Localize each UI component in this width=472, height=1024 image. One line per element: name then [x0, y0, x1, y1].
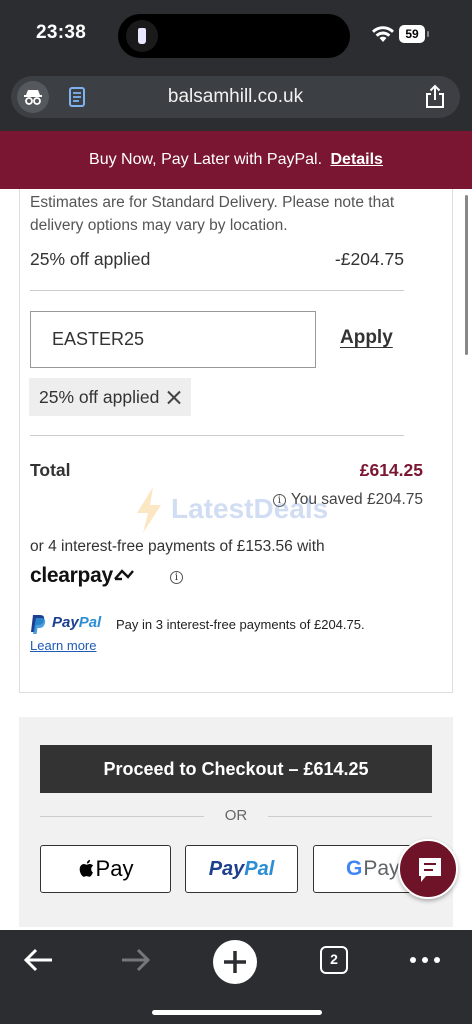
promo-code-input[interactable] [30, 311, 316, 368]
discount-label: 25% off applied [30, 249, 151, 269]
more-options-icon[interactable] [405, 940, 445, 980]
wifi-icon [372, 26, 394, 42]
clearpay-message: or 4 interest-free payments of £153.56 w… [30, 538, 325, 555]
forward-arrow-icon[interactable] [116, 940, 156, 980]
or-separator: OR [40, 807, 432, 827]
clearpay-arrows-icon [113, 569, 134, 581]
banner-details-link[interactable]: Details [330, 151, 382, 168]
scrollbar[interactable] [465, 195, 468, 355]
applied-discount-chip: 25% off applied [29, 378, 192, 416]
share-icon[interactable] [422, 84, 448, 110]
clearpay-info-icon[interactable]: i [170, 571, 183, 584]
paypal-logo-icon [31, 615, 46, 634]
status-bar: 23:38 59 [0, 0, 472, 70]
banner-text: Buy Now, Pay Later with PayPal. [89, 151, 323, 168]
flashlight-icon [126, 20, 158, 52]
paypal-button[interactable]: PayPal [185, 845, 298, 893]
dynamic-island [118, 14, 350, 58]
total-amount: £614.25 [359, 460, 423, 480]
discount-row: 25% off applied -£204.75 [30, 249, 404, 270]
chat-button[interactable] [398, 839, 458, 899]
discount-amount: -£204.75 [334, 249, 404, 269]
clearpay-wordmark: clearpay [30, 564, 113, 587]
chip-label: 25% off applied [39, 387, 160, 407]
savings-text: You saved £204.75 [290, 491, 423, 508]
status-time: 23:38 [36, 22, 87, 43]
paypal-message: Pay in 3 interest-free payments of £204.… [116, 617, 365, 632]
divider [30, 290, 404, 291]
battery-indicator: 59 [399, 25, 429, 43]
paypal-learn-more-link[interactable]: Learn more [30, 638, 96, 653]
delivery-note: Estimates are for Standard Delivery. Ple… [30, 194, 395, 234]
divider [30, 435, 404, 436]
google-g-icon: G [346, 857, 363, 880]
cart-page: Estimates are for Standard Delivery. Ple… [0, 189, 472, 930]
apple-icon [79, 859, 93, 877]
apple-pay-label: Pay [95, 856, 134, 881]
apply-promo-button[interactable]: Apply [340, 327, 393, 349]
back-arrow-icon[interactable] [18, 940, 58, 980]
info-icon[interactable]: i [272, 494, 286, 507]
tab-switcher-button[interactable]: 2 [314, 940, 354, 980]
divider [268, 816, 432, 817]
new-tab-button[interactable] [213, 940, 257, 984]
tab-count: 2 [320, 946, 348, 974]
paypal-pay-in-3: PayPal Pay in 3 interest-free payments o… [30, 612, 410, 636]
savings-note: i You saved £204.75 [272, 491, 423, 509]
apple-pay-button[interactable]: Pay [40, 845, 171, 893]
total-label: Total [30, 460, 71, 480]
home-indicator[interactable] [152, 1010, 322, 1015]
url-domain[interactable]: balsamhill.co.uk [11, 86, 460, 108]
url-bar[interactable]: balsamhill.co.uk [11, 76, 460, 118]
paypal-promo-banner: Buy Now, Pay Later with PayPal. Details [0, 131, 472, 189]
proceed-to-checkout-button[interactable]: Proceed to Checkout – £614.25 [40, 745, 432, 793]
chat-icon [419, 858, 441, 882]
remove-discount-icon[interactable] [167, 390, 181, 404]
plus-icon [224, 951, 246, 973]
paypal-button-label: PayPal [208, 857, 275, 880]
google-pay-label: Pay [363, 857, 400, 880]
paypal-wordmark: PayPal [52, 614, 102, 631]
clearpay-logo: clearpay [30, 564, 135, 588]
